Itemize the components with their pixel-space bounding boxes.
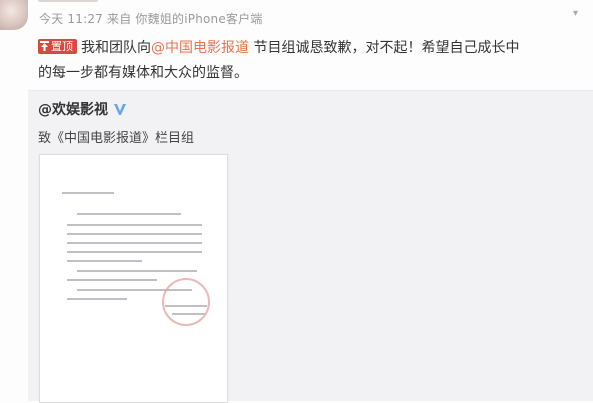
username-cropped[interactable] <box>38 0 98 2</box>
red-seal-stamp <box>162 278 210 326</box>
repost-box[interactable]: @欢娱影视 致《中国电影报道》栏目组 <box>28 90 593 403</box>
pin-icon <box>40 41 49 51</box>
post-text-part-2: 节目组诚恳致歉，对不起！希望自己成长中 <box>249 40 520 56</box>
mention-link[interactable]: @中国电影报道 <box>151 40 249 56</box>
top-badge: 置顶 <box>38 38 77 54</box>
post-text-part-1: 我和团队向 <box>81 40 151 56</box>
repost-text: 致《中国电影报道》栏目组 <box>38 131 195 146</box>
post-text: 置顶 我和团队向@中国电影报道 节目组诚恳致歉，对不起！希望自己成长中 的每一步都… <box>38 36 593 86</box>
post-text-part-3: 的每一步都有媒体和大众的监督。 <box>38 65 248 81</box>
repost-author[interactable]: @欢娱影视 <box>38 99 127 119</box>
apology-letter-image[interactable] <box>39 154 228 403</box>
avatar[interactable] <box>0 0 28 30</box>
chevron-down-icon[interactable]: ▾ <box>573 8 578 19</box>
repost-author-name[interactable]: @欢娱影视 <box>38 99 108 119</box>
top-badge-label: 置顶 <box>51 39 73 53</box>
verified-v-icon <box>114 104 126 115</box>
post-meta: 今天 11:27 来自 你魏姐的iPhone客户端 <box>39 12 263 26</box>
